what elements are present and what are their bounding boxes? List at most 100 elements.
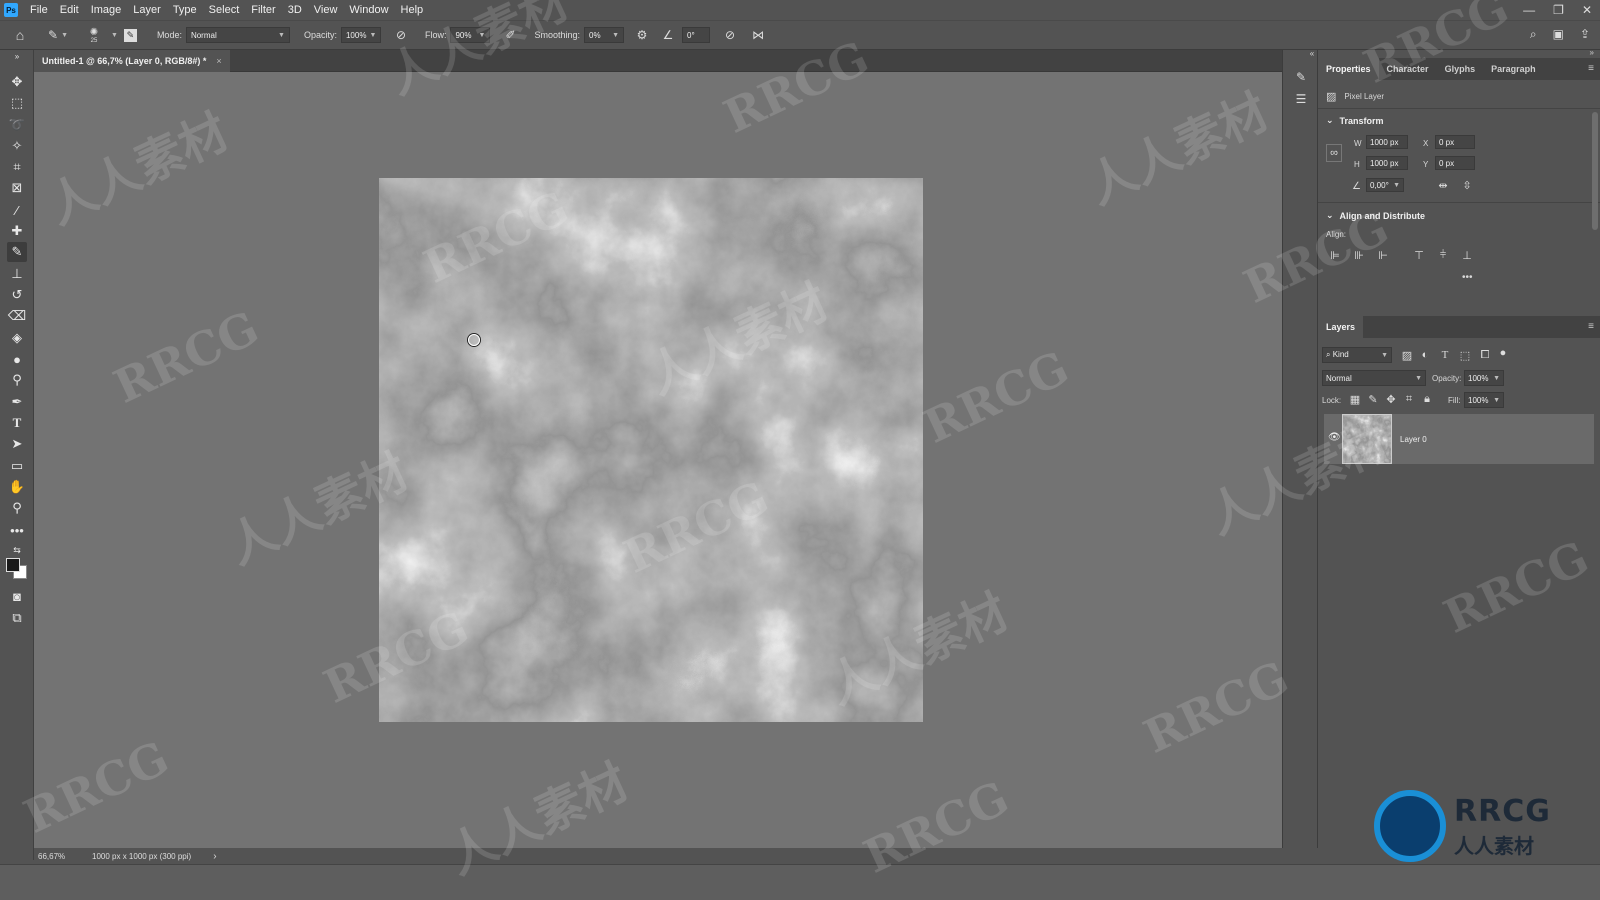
brush-settings-panel-icon[interactable]: ✎ — [123, 28, 137, 42]
minimize-icon[interactable]: — — [1523, 3, 1535, 17]
eraser-tool-icon[interactable]: ⌫ — [7, 306, 27, 326]
tab-paragraph[interactable]: Paragraph — [1483, 58, 1544, 80]
menu-help[interactable]: Help — [395, 0, 430, 20]
zoom-level[interactable]: 66,67% — [38, 852, 88, 861]
share-icon[interactable]: ⇪ — [1580, 27, 1590, 42]
align-top-edges-icon[interactable]: ⊤ — [1412, 248, 1426, 262]
flip-horizontal-icon[interactable]: ⇹ — [1436, 178, 1450, 192]
flow-field[interactable]: 90% ▼ — [450, 27, 491, 43]
history-brush-tool-icon[interactable]: ↺ — [7, 285, 27, 305]
mode-select[interactable]: Normal ▼ — [185, 27, 290, 43]
flip-vertical-icon[interactable]: ⇳ — [1460, 178, 1474, 192]
visibility-eye-icon[interactable]: 👁︎ — [1328, 432, 1341, 443]
filter-shape-icon[interactable]: ⬚ — [1458, 348, 1472, 362]
transform-section-header[interactable]: ⌄ Transform — [1326, 115, 1384, 126]
screen-mode-icon[interactable]: ⧉ — [7, 608, 27, 628]
marquee-tool-icon[interactable]: ⬚ — [7, 93, 27, 113]
type-tool-icon[interactable]: T — [7, 413, 27, 433]
smoothing-options-gear-icon[interactable]: ⚙ — [634, 27, 650, 43]
brush-size-caret[interactable]: ▼ — [111, 32, 118, 39]
close-tab-icon[interactable]: × — [216, 56, 221, 66]
frame-tool-icon[interactable]: ⊠ — [7, 178, 27, 198]
menu-file[interactable]: File — [24, 0, 54, 20]
menu-window[interactable]: Window — [343, 0, 394, 20]
brush-size-picker[interactable]: ✺ 25 — [86, 27, 102, 44]
opacity-field[interactable]: 100% ▼ — [340, 27, 381, 43]
swap-colors-icon[interactable]: ⇆ — [7, 540, 27, 560]
eyedropper-tool-icon[interactable]: ⁄ — [7, 200, 27, 220]
filter-smart-object-icon[interactable]: ⧠ — [1478, 348, 1492, 362]
status-expand-icon[interactable]: › — [213, 851, 216, 862]
properties-scrollbar[interactable] — [1592, 112, 1598, 230]
tab-layers[interactable]: Layers — [1318, 316, 1364, 338]
move-tool-icon[interactable]: ✥ — [7, 72, 27, 92]
adjustments-sliders-icon[interactable]: ☰ — [1292, 90, 1310, 108]
width-field[interactable]: 1000 px — [1366, 135, 1408, 149]
lock-artboard-icon[interactable]: ⌗ — [1402, 392, 1416, 406]
lock-transparent-pixels-icon[interactable]: ▦ — [1348, 392, 1362, 406]
paint-bucket-tool-icon[interactable]: ◈ — [7, 328, 27, 348]
menu-type[interactable]: Type — [167, 0, 203, 20]
collapse-toolbar-icon[interactable]: » — [7, 52, 27, 61]
canvas-workspace[interactable] — [34, 72, 1282, 848]
properties-menu-icon[interactable]: ≡ — [1588, 63, 1594, 74]
restore-icon[interactable]: ❐ — [1553, 3, 1564, 17]
more-options-button[interactable]: ••• — [1462, 272, 1473, 283]
search-icon[interactable]: ⌕ — [1530, 27, 1537, 42]
brush-tool-preset-icon[interactable]: ✎ ▼ — [48, 27, 68, 43]
quick-mask-icon[interactable]: ◙ — [7, 586, 27, 606]
pen-tool-icon[interactable]: ✒ — [7, 392, 27, 412]
edit-toolbar-icon[interactable]: ••• — [7, 520, 27, 540]
hand-tool-icon[interactable]: ✋ — [7, 477, 27, 497]
tab-glyphs[interactable]: Glyphs — [1437, 58, 1484, 80]
zoom-tool-icon[interactable]: ⚲ — [7, 498, 27, 518]
align-section-header[interactable]: ⌄ Align and Distribute — [1326, 210, 1425, 221]
layer-blend-mode-select[interactable]: Normal ▼ — [1322, 370, 1426, 386]
dodge-tool-icon[interactable]: ⚲ — [7, 370, 27, 390]
align-left-edges-icon[interactable]: ⊫ — [1328, 248, 1342, 262]
quick-selection-tool-icon[interactable]: ✧ — [7, 136, 27, 156]
menu-layer[interactable]: Layer — [127, 0, 167, 20]
lock-position-icon[interactable]: ✥ — [1384, 392, 1398, 406]
layers-menu-icon[interactable]: ≡ — [1588, 321, 1594, 332]
align-vertical-centers-icon[interactable]: ⫩ — [1436, 248, 1450, 262]
document-tab[interactable]: Untitled-1 @ 66,7% (Layer 0, RGB/8#) * × — [34, 50, 230, 72]
x-field[interactable]: 0 px — [1435, 135, 1475, 149]
layer-name[interactable]: Layer 0 — [1400, 435, 1427, 444]
pressure-size-icon[interactable]: ⊘ — [722, 27, 738, 43]
lasso-tool-icon[interactable]: ➰ — [7, 115, 27, 135]
filter-adjustment-icon[interactable]: ◐ — [1418, 348, 1432, 362]
clone-stamp-tool-icon[interactable]: ⊥ — [7, 264, 27, 284]
lock-all-icon[interactable]: 🔒︎ — [1420, 392, 1434, 406]
airbrush-icon[interactable]: ✐ — [502, 27, 518, 43]
menu-filter[interactable]: Filter — [245, 0, 281, 20]
symmetry-butterfly-icon[interactable]: ⋈ — [750, 27, 766, 43]
menu-select[interactable]: Select — [203, 0, 246, 20]
blur-tool-icon[interactable]: ● — [7, 349, 27, 369]
filter-pixel-icon[interactable]: ▨ — [1400, 348, 1414, 362]
filter-toggle-icon[interactable]: ● — [1496, 346, 1510, 360]
expand-panels-icon[interactable]: » — [1590, 48, 1594, 57]
pressure-opacity-icon[interactable]: ⊘ — [393, 27, 409, 43]
layer-fill-field[interactable]: 100% ▼ — [1464, 392, 1504, 408]
document-canvas[interactable] — [379, 178, 923, 722]
height-field[interactable]: 1000 px — [1366, 156, 1408, 170]
layer-row[interactable]: 👁︎ Layer 0 — [1324, 414, 1594, 464]
brush-tool-icon[interactable]: ✎ — [7, 242, 27, 262]
menu-view[interactable]: View — [308, 0, 344, 20]
layer-filter-kind[interactable]: ⌕ Kind ▼ — [1322, 347, 1392, 363]
rectangle-tool-icon[interactable]: ▭ — [7, 456, 27, 476]
smoothing-field[interactable]: 0% ▼ — [584, 27, 625, 43]
close-icon[interactable]: ✕ — [1582, 3, 1592, 17]
workspace-layout-icon[interactable]: ▣ — [1553, 27, 1564, 42]
link-dimensions-icon[interactable]: ∞ — [1326, 144, 1342, 162]
menu-edit[interactable]: Edit — [54, 0, 85, 20]
y-field[interactable]: 0 px — [1435, 156, 1475, 170]
foreground-color-swatch[interactable] — [6, 558, 20, 572]
align-bottom-edges-icon[interactable]: ⊥ — [1460, 248, 1474, 262]
path-selection-tool-icon[interactable]: ➤ — [7, 434, 27, 454]
brush-settings-icon[interactable]: ✎ — [1292, 68, 1310, 86]
lock-image-pixels-icon[interactable]: ✎ — [1366, 392, 1380, 406]
brush-angle-field[interactable]: 0° — [682, 27, 711, 43]
menu-image[interactable]: Image — [85, 0, 128, 20]
